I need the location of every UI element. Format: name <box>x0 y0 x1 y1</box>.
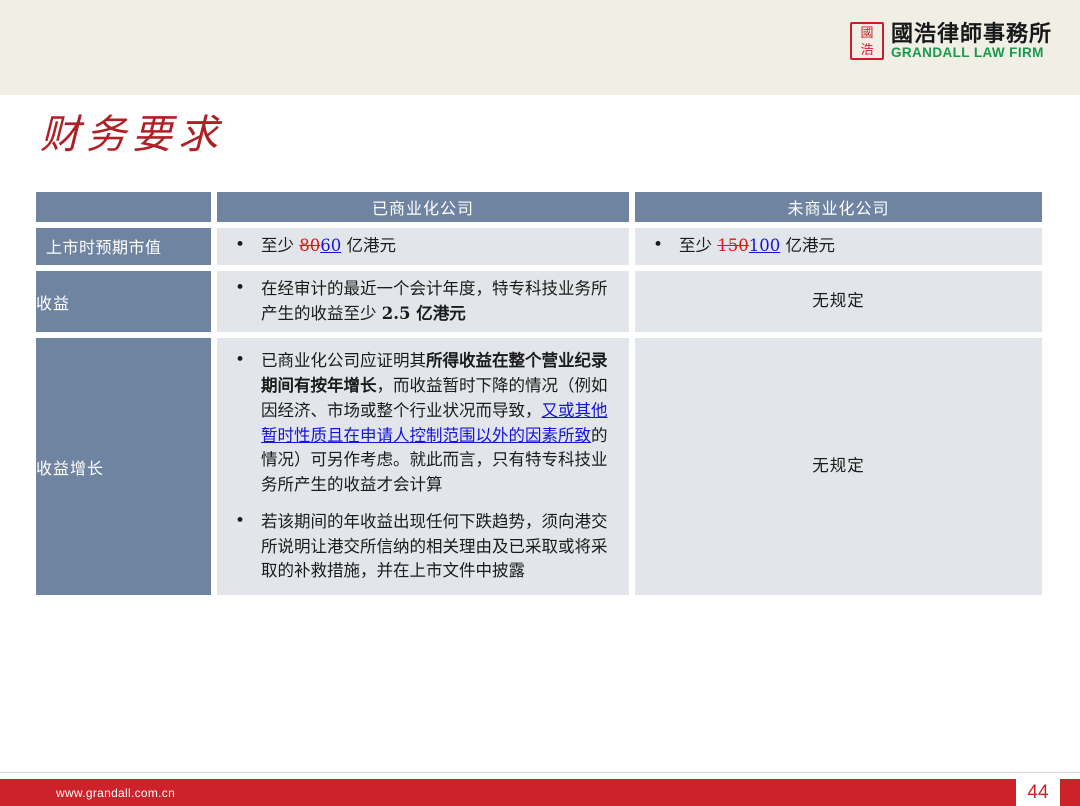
text-run-normal: 亿港元 <box>341 236 396 255</box>
footer-website-url[interactable]: www.grandall.com.cn <box>56 786 175 800</box>
row-label-text: 上市时预期市值 <box>46 238 162 258</box>
text-run-inserted: 60 <box>320 236 342 255</box>
bullet-list: 在经审计的最近一个会计年度，特专科技业务所产生的收益至少 2.5 亿港元 <box>217 271 629 333</box>
text-run-inserted: 100 <box>748 236 781 255</box>
cell-commercial-2: 已商业化公司应证明其所得收益在整个营业纪录期间有按年增长，而收益暂时下降的情况（… <box>217 338 629 595</box>
bullet-list: 至少 8060 亿港元 <box>217 228 629 265</box>
row-label-text: 收益 <box>36 293 71 313</box>
table-body: 上市时预期市值至少 8060 亿港元至少 150100 亿港元收益在经审计的最近… <box>36 228 1042 595</box>
logo-english-name: GRANDALL LAW FIRM <box>890 45 1044 61</box>
table-head: 已商业化公司 未商业化公司 <box>36 192 1042 222</box>
bullet-item: 至少 150100 亿港元 <box>635 233 1026 259</box>
footer-divider <box>0 772 1080 773</box>
seal-icon: 國 浩 <box>849 22 884 61</box>
row-label-0: 上市时预期市值 <box>36 228 211 265</box>
bullet-item: 若该期间的年收益出现任何下跌趋势，须向港交所说明让港交所信纳的相关理由及已采取或… <box>217 509 613 584</box>
cell-precommercial-1: 无规定 <box>635 270 1042 333</box>
text-run-normal: 已商业化公司应证明其 <box>261 351 426 371</box>
cell-precommercial-2: 无规定 <box>635 338 1042 595</box>
cell-commercial-1: 在经审计的最近一个会计年度，特专科技业务所产生的收益至少 2.5 亿港元 <box>217 270 629 333</box>
text-run-normal: 亿港元 <box>780 236 835 255</box>
bullet-item: 至少 8060 亿港元 <box>217 233 613 259</box>
header-cell-precommercial: 未商业化公司 <box>635 192 1042 222</box>
header-band: 國 浩 國浩律師事務所 GRANDALL LAW FIRM <box>0 0 1080 95</box>
cell-precommercial-0: 至少 150100 亿港元 <box>635 228 1042 265</box>
header-cell-blank <box>36 192 211 222</box>
header-cell-commercial: 已商业化公司 <box>217 192 629 222</box>
bullet-item: 在经审计的最近一个会计年度，特专科技业务所产生的收益至少 2.5 亿港元 <box>217 276 613 327</box>
footer-bar: www.grandall.com.cn 44 <box>0 779 1080 806</box>
text-run-normal: 若该期间的年收益出现任何下跌趋势，须向港交所说明让港交所信纳的相关理由及已采取或… <box>261 511 608 581</box>
footer-right-segment <box>1060 779 1080 806</box>
financial-requirements-table: 已商业化公司 未商业化公司 上市时预期市值至少 8060 亿港元至少 15010… <box>30 186 1048 601</box>
row-label-text: 收益增长 <box>36 458 105 478</box>
table-row: 收益增长 已商业化公司应证明其所得收益在整个营业纪录期间有按年增长，而收益暂时下降… <box>36 338 1042 595</box>
footer-left-segment: www.grandall.com.cn <box>0 779 1016 806</box>
cell-text: 无规定 <box>812 291 865 311</box>
text-run-normal: 至少 <box>679 236 718 255</box>
text-run-deleted: 80 <box>299 236 321 255</box>
grandall-logo: 國 浩 國浩律師事務所 GRANDALL LAW FIRM <box>849 22 1052 61</box>
table-header-row: 已商业化公司 未商业化公司 <box>36 192 1042 222</box>
page-title: 财务要求 <box>40 112 224 158</box>
cell-commercial-0: 至少 8060 亿港元 <box>217 228 629 265</box>
row-label-1: 收益 <box>36 270 211 333</box>
table-row: 上市时预期市值至少 8060 亿港元至少 150100 亿港元 <box>36 228 1042 265</box>
row-label-2: 收益增长 <box>36 338 211 595</box>
table-row: 收益 在经审计的最近一个会计年度，特专科技业务所产生的收益至少 2.5 亿港元 无规… <box>36 270 1042 333</box>
text-run-normal: 至少 <box>261 236 300 255</box>
text-run-bold: 2.5 亿港元 <box>381 303 466 323</box>
seal-bottom-char: 浩 <box>860 42 874 58</box>
logo-chinese-name: 國浩律師事務所 <box>890 21 1052 46</box>
bullet-list: 已商业化公司应证明其所得收益在整个营业纪录期间有按年增长，而收益暂时下降的情况（… <box>217 338 629 595</box>
page-number: 44 <box>1016 779 1060 806</box>
bullet-item: 已商业化公司应证明其所得收益在整个营业纪录期间有按年增长，而收益暂时下降的情况（… <box>217 348 613 498</box>
logo-wordmark: 國浩律師事務所 GRANDALL LAW FIRM <box>891 22 1052 61</box>
text-run-deleted: 150 <box>717 236 749 255</box>
bullet-list: 至少 150100 亿港元 <box>635 228 1042 265</box>
seal-top-char: 國 <box>860 25 874 41</box>
cell-text: 无规定 <box>812 456 865 476</box>
